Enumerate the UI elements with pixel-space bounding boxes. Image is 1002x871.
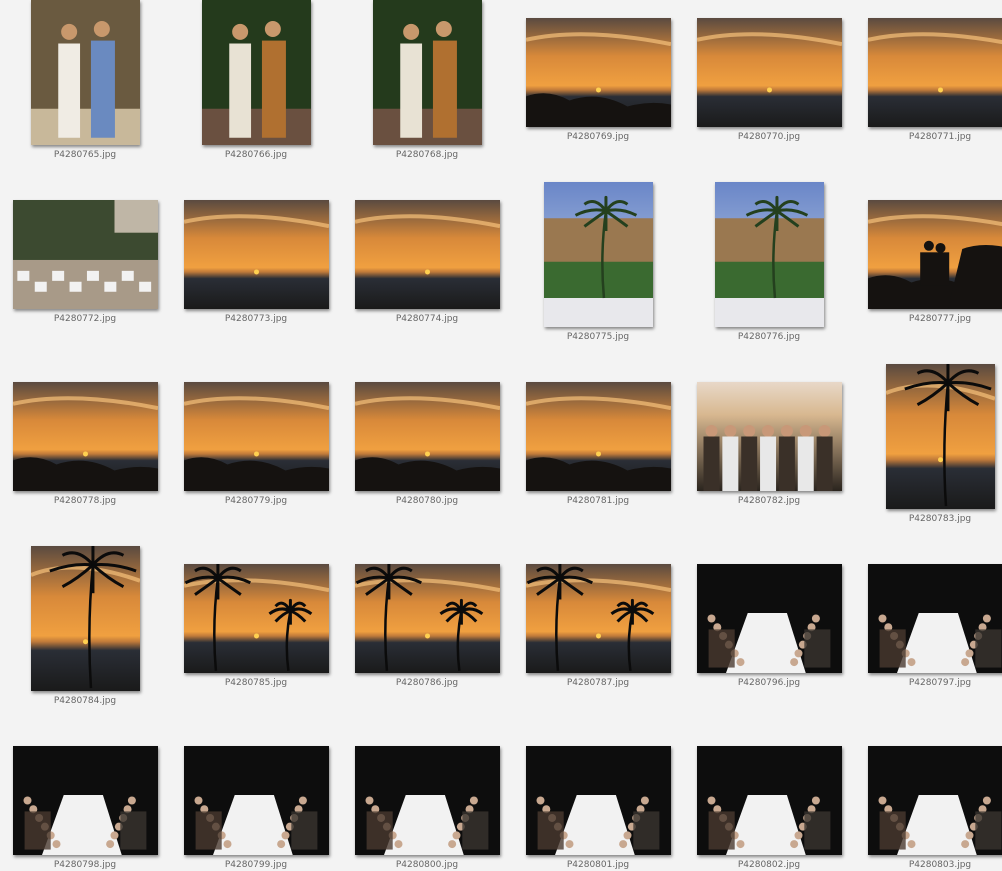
thumbnail-P4280772[interactable] (13, 200, 158, 309)
thumbnail-P4280768[interactable] (373, 0, 482, 145)
thumbnail-filename[interactable]: P4280775.jpg (513, 332, 684, 343)
thumbnail-P4280769[interactable] (526, 18, 671, 127)
thumbnail-P4280765[interactable] (31, 0, 140, 145)
thumbnail-image (355, 746, 500, 855)
thumbnail-P4280796[interactable] (697, 564, 842, 673)
thumbnail-image (184, 746, 329, 855)
thumbnail-image (868, 746, 1002, 855)
thumbnail-image (13, 746, 158, 855)
thumbnail-filename[interactable]: P4280772.jpg (0, 314, 171, 325)
thumbnail-filename[interactable]: P4280766.jpg (171, 150, 342, 161)
thumbnail-P4280777[interactable] (868, 200, 1002, 309)
thumbnail-image (868, 200, 1002, 309)
thumbnail-P4280799[interactable] (184, 746, 329, 855)
thumbnail-image (184, 564, 329, 673)
thumbnail-P4280800[interactable] (355, 746, 500, 855)
thumbnail-P4280783[interactable] (886, 364, 995, 509)
thumbnail-P4280797[interactable] (868, 564, 1002, 673)
thumbnail-image (697, 746, 842, 855)
thumbnail-filename[interactable]: P4280777.jpg (855, 314, 1002, 325)
thumbnail-filename[interactable]: P4280802.jpg (684, 860, 855, 871)
thumbnail-image (544, 182, 653, 327)
thumbnail-image (373, 0, 482, 145)
thumbnail-image (697, 18, 842, 127)
thumbnail-P4280780[interactable] (355, 382, 500, 491)
thumbnail-gallery: P4280765.jpgP4280766.jpgP4280768.jpgP428… (0, 0, 1002, 852)
thumbnail-filename[interactable]: P4280803.jpg (855, 860, 1002, 871)
thumbnail-filename[interactable]: P4280780.jpg (342, 496, 513, 507)
thumbnail-P4280781[interactable] (526, 382, 671, 491)
thumbnail-filename[interactable]: P4280765.jpg (0, 150, 171, 161)
thumbnail-image (526, 746, 671, 855)
thumbnail-image (355, 200, 500, 309)
thumbnail-filename[interactable]: P4280773.jpg (171, 314, 342, 325)
thumbnail-filename[interactable]: P4280774.jpg (342, 314, 513, 325)
thumbnail-image (715, 182, 824, 327)
thumbnail-filename[interactable]: P4280798.jpg (0, 860, 171, 871)
thumbnail-filename[interactable]: P4280768.jpg (342, 150, 513, 161)
thumbnail-P4280778[interactable] (13, 382, 158, 491)
thumbnail-filename[interactable]: P4280781.jpg (513, 496, 684, 507)
thumbnail-P4280775[interactable] (544, 182, 653, 327)
thumbnail-filename[interactable]: P4280782.jpg (684, 496, 855, 507)
thumbnail-P4280798[interactable] (13, 746, 158, 855)
thumbnail-P4280771[interactable] (868, 18, 1002, 127)
thumbnail-filename[interactable]: P4280769.jpg (513, 132, 684, 143)
thumbnail-image (13, 382, 158, 491)
thumbnail-filename[interactable]: P4280783.jpg (855, 514, 1002, 525)
thumbnail-filename[interactable]: P4280779.jpg (171, 496, 342, 507)
thumbnail-filename[interactable]: P4280771.jpg (855, 132, 1002, 143)
thumbnail-P4280770[interactable] (697, 18, 842, 127)
thumbnail-P4280779[interactable] (184, 382, 329, 491)
thumbnail-image (184, 382, 329, 491)
thumbnail-image (886, 364, 995, 509)
thumbnail-P4280774[interactable] (355, 200, 500, 309)
thumbnail-P4280773[interactable] (184, 200, 329, 309)
thumbnail-image (697, 564, 842, 673)
thumbnail-image (526, 564, 671, 673)
thumbnail-image (184, 200, 329, 309)
thumbnail-filename[interactable]: P4280801.jpg (513, 860, 684, 871)
thumbnail-P4280782[interactable] (697, 382, 842, 491)
thumbnail-filename[interactable]: P4280799.jpg (171, 860, 342, 871)
thumbnail-image (202, 0, 311, 145)
thumbnail-P4280803[interactable] (868, 746, 1002, 855)
thumbnail-P4280785[interactable] (184, 564, 329, 673)
thumbnail-image (526, 382, 671, 491)
thumbnail-image (13, 200, 158, 309)
thumbnail-filename[interactable]: P4280778.jpg (0, 496, 171, 507)
thumbnail-image (31, 0, 140, 145)
thumbnail-filename[interactable]: P4280796.jpg (684, 678, 855, 689)
thumbnail-image (355, 564, 500, 673)
thumbnail-filename[interactable]: P4280797.jpg (855, 678, 1002, 689)
thumbnail-image (31, 546, 140, 691)
thumbnail-filename[interactable]: P4280800.jpg (342, 860, 513, 871)
thumbnail-P4280784[interactable] (31, 546, 140, 691)
thumbnail-P4280787[interactable] (526, 564, 671, 673)
thumbnail-P4280801[interactable] (526, 746, 671, 855)
thumbnail-image (526, 18, 671, 127)
thumbnail-image (697, 382, 842, 491)
thumbnail-filename[interactable]: P4280770.jpg (684, 132, 855, 143)
thumbnail-filename[interactable]: P4280776.jpg (684, 332, 855, 343)
thumbnail-filename[interactable]: P4280786.jpg (342, 678, 513, 689)
thumbnail-image (868, 564, 1002, 673)
thumbnail-filename[interactable]: P4280785.jpg (171, 678, 342, 689)
thumbnail-image (868, 18, 1002, 127)
thumbnail-filename[interactable]: P4280787.jpg (513, 678, 684, 689)
thumbnail-P4280786[interactable] (355, 564, 500, 673)
thumbnail-image (355, 382, 500, 491)
thumbnail-P4280776[interactable] (715, 182, 824, 327)
thumbnail-P4280766[interactable] (202, 0, 311, 145)
thumbnail-filename[interactable]: P4280784.jpg (0, 696, 171, 707)
thumbnail-P4280802[interactable] (697, 746, 842, 855)
